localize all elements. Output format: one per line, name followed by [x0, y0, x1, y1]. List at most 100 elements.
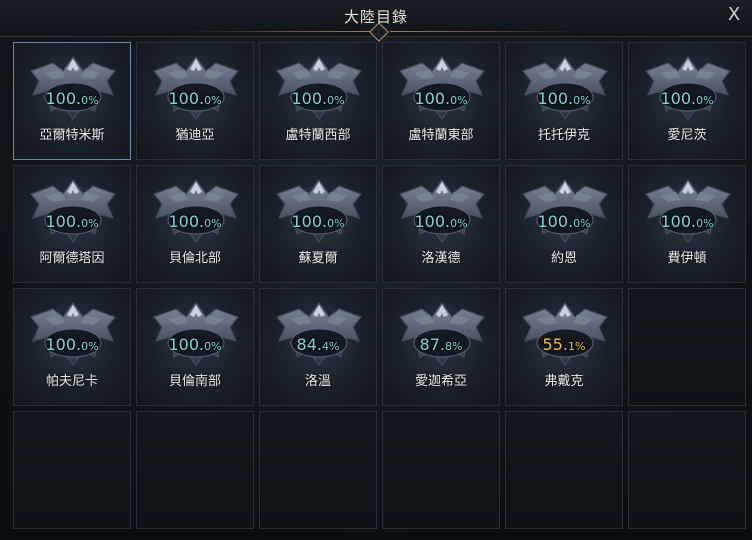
percent-integer: 100.	[168, 212, 205, 231]
continent-name: 愛迦希亞	[414, 374, 467, 389]
continent-name: 愛尼茨	[667, 128, 707, 143]
empty-slot	[382, 411, 500, 529]
percent-decimal: 0%	[573, 94, 591, 107]
empty-slot	[13, 411, 131, 529]
completion-percent: 100.0%	[260, 89, 376, 108]
percent-integer: 100.	[414, 89, 451, 108]
continent-name: 盧特蘭西部	[285, 128, 351, 143]
window-title: 大陸目錄	[343, 8, 408, 26]
percent-integer: 100.	[660, 89, 697, 108]
continent-tile[interactable]: 100.0% 洛漢德	[382, 165, 500, 283]
winged-crest-icon	[399, 178, 485, 244]
completion-percent: 100.0%	[14, 89, 130, 108]
close-button[interactable]: X	[722, 3, 746, 27]
continent-tile[interactable]: 100.0% 亞爾特米斯	[13, 42, 131, 160]
empty-slot	[136, 411, 254, 529]
percent-decimal: 0%	[696, 94, 714, 107]
winged-crest-icon	[522, 55, 608, 121]
percent-integer: 100.	[168, 89, 205, 108]
continent-name: 貝倫南部	[168, 374, 221, 389]
percent-integer: 100.	[537, 89, 574, 108]
title-ornament-left	[185, 31, 375, 32]
winged-crest-icon	[153, 178, 239, 244]
completion-percent: 100.0%	[137, 335, 253, 354]
percent-integer: 100.	[291, 89, 328, 108]
continent-tile[interactable]: 100.0% 盧特蘭東部	[382, 42, 500, 160]
continent-name: 盧特蘭東部	[408, 128, 474, 143]
continent-tile[interactable]: 84.4% 洛溫	[259, 288, 377, 406]
title-bar[interactable]: 大陸目錄 X	[0, 0, 752, 42]
percent-decimal: 0%	[81, 94, 99, 107]
winged-crest-icon	[30, 178, 116, 244]
continent-name: 洛溫	[304, 374, 331, 389]
completion-percent: 100.0%	[137, 89, 253, 108]
completion-percent: 100.0%	[137, 212, 253, 231]
winged-crest-icon	[30, 301, 116, 367]
percent-decimal: 1%	[568, 340, 586, 353]
continent-name: 約恩	[550, 251, 577, 266]
continent-name: 弗戴克	[544, 374, 584, 389]
percent-integer: 87.	[419, 335, 445, 354]
continent-name: 阿爾德塔因	[39, 251, 105, 266]
percent-decimal: 8%	[445, 340, 463, 353]
winged-crest-icon	[522, 301, 608, 367]
percent-decimal: 0%	[696, 217, 714, 230]
percent-integer: 100.	[537, 212, 574, 231]
continent-tile[interactable]: 100.0% 托托伊克	[505, 42, 623, 160]
continent-tile[interactable]: 100.0% 約恩	[505, 165, 623, 283]
completion-percent: 100.0%	[14, 212, 130, 231]
percent-decimal: 0%	[204, 217, 222, 230]
percent-decimal: 0%	[204, 340, 222, 353]
completion-percent: 100.0%	[383, 89, 499, 108]
winged-crest-icon	[30, 55, 116, 121]
continent-name: 費伊頓	[667, 251, 707, 266]
continent-tile[interactable]: 55.1% 弗戴克	[505, 288, 623, 406]
winged-crest-icon	[645, 55, 731, 121]
continent-tile[interactable]: 100.0% 愛尼茨	[628, 42, 746, 160]
percent-decimal: 0%	[573, 217, 591, 230]
continent-tile[interactable]: 100.0% 帕夫尼卡	[13, 288, 131, 406]
empty-slot	[628, 411, 746, 529]
completion-percent: 100.0%	[506, 89, 622, 108]
winged-crest-icon	[645, 178, 731, 244]
continent-tile[interactable]: 100.0% 猶迪亞	[136, 42, 254, 160]
continent-tile[interactable]: 100.0% 蘇夏爾	[259, 165, 377, 283]
winged-crest-icon	[276, 301, 362, 367]
continent-name: 洛漢德	[421, 251, 461, 266]
completion-percent: 55.1%	[506, 335, 622, 354]
percent-integer: 100.	[168, 335, 205, 354]
winged-crest-icon	[399, 55, 485, 121]
winged-crest-icon	[153, 55, 239, 121]
continent-tile[interactable]: 100.0% 盧特蘭西部	[259, 42, 377, 160]
continent-name: 托托伊克	[537, 128, 590, 143]
empty-slot	[505, 411, 623, 529]
continent-name: 亞爾特米斯	[39, 128, 105, 143]
percent-decimal: 0%	[81, 340, 99, 353]
percent-integer: 100.	[45, 89, 82, 108]
continent-tile[interactable]: 100.0% 阿爾德塔因	[13, 165, 131, 283]
continent-grid: 100.0% 亞爾特米斯 100.0% 猶迪亞 100.0% 盧特蘭西部 100.0%…	[13, 42, 752, 538]
empty-slot	[259, 411, 377, 529]
completion-percent: 100.0%	[14, 335, 130, 354]
continent-tile[interactable]: 100.0% 費伊頓	[628, 165, 746, 283]
percent-decimal: 0%	[450, 217, 468, 230]
completion-percent: 100.0%	[629, 89, 745, 108]
winged-crest-icon	[276, 178, 362, 244]
percent-decimal: 0%	[450, 94, 468, 107]
percent-integer: 100.	[45, 212, 82, 231]
continent-tile[interactable]: 100.0% 貝倫南部	[136, 288, 254, 406]
continent-name: 猶迪亞	[175, 128, 215, 143]
completion-percent: 84.4%	[260, 335, 376, 354]
percent-decimal: 4%	[322, 340, 340, 353]
continent-name: 貝倫北部	[168, 251, 221, 266]
winged-crest-icon	[399, 301, 485, 367]
continent-tile[interactable]: 87.8% 愛迦希亞	[382, 288, 500, 406]
winged-crest-icon	[276, 55, 362, 121]
percent-decimal: 0%	[327, 217, 345, 230]
percent-integer: 84.	[296, 335, 322, 354]
empty-slot	[628, 288, 746, 406]
continent-name: 蘇夏爾	[298, 251, 338, 266]
percent-decimal: 0%	[327, 94, 345, 107]
continent-tile[interactable]: 100.0% 貝倫北部	[136, 165, 254, 283]
winged-crest-icon	[153, 301, 239, 367]
